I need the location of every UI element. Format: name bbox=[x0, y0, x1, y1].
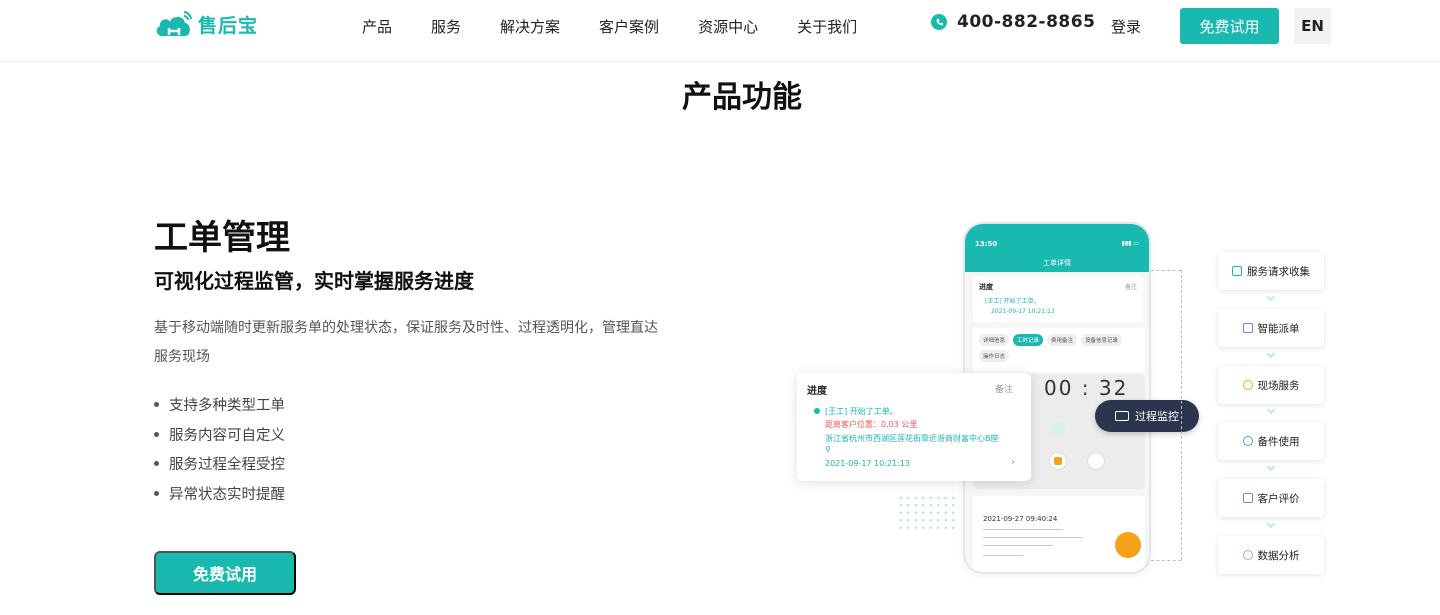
bullet-dot-icon bbox=[154, 431, 159, 437]
section-title: 产品功能 bbox=[682, 80, 802, 115]
arrow-down-icon bbox=[1266, 349, 1276, 359]
log-text-line bbox=[983, 555, 1023, 556]
decorative-dots bbox=[897, 494, 959, 534]
location-pin-icon: ⚲ bbox=[825, 445, 831, 454]
stop-icon bbox=[1049, 452, 1067, 470]
main-nav: 产品 服务 解决方案 客户案例 资源中心 关于我们 bbox=[362, 0, 896, 52]
pie-chart-icon bbox=[1242, 550, 1253, 560]
flow-step-dispatch: 智能派单 bbox=[1218, 309, 1324, 347]
flow-step-review: 客户评价 bbox=[1218, 479, 1324, 517]
feature-subtitle: 可视化过程监管，实时掌握服务进度 bbox=[154, 269, 474, 293]
nav-item-cases[interactable]: 客户案例 bbox=[599, 16, 659, 37]
gear-icon bbox=[1242, 436, 1253, 446]
popup-note: 备注 bbox=[994, 385, 1013, 395]
popup-line-distance: 距离客户位置：0.03 公里 bbox=[825, 420, 918, 429]
list-icon bbox=[1232, 266, 1242, 276]
popup-line-start: [王工] 开始了工单。 bbox=[825, 407, 898, 416]
check-icon bbox=[1051, 422, 1065, 436]
log-text-line bbox=[983, 545, 1053, 546]
top-header: 售后宝 产品 服务 解决方案 客户案例 资源中心 关于我们 400-882-88… bbox=[0, 0, 1440, 62]
flow-connector bbox=[1151, 270, 1181, 271]
heart-icon bbox=[1242, 380, 1253, 390]
phone-tabs: 详细信息 工时记录 费用备注 设备信息记录 操作日志 bbox=[973, 328, 1145, 372]
chevron-right-icon: › bbox=[1011, 457, 1015, 468]
bullet-dot-icon bbox=[154, 461, 159, 467]
popup-time: 2021-09-17 10:21:13 bbox=[825, 459, 910, 468]
flow-step-parts: 备件使用 bbox=[1218, 422, 1324, 460]
logo-text: 售后宝 bbox=[198, 14, 259, 37]
phone-number: 400-882-8865 bbox=[957, 12, 1096, 32]
document-icon bbox=[1242, 323, 1253, 333]
arrow-down-icon bbox=[1266, 462, 1276, 472]
log-text-line bbox=[983, 529, 1063, 530]
phone-icon bbox=[931, 14, 947, 30]
orange-action-icon bbox=[1115, 532, 1141, 558]
nav-item-about[interactable]: 关于我们 bbox=[797, 16, 857, 37]
arrow-down-icon bbox=[1266, 519, 1276, 529]
list-item: 支持多种类型工单 bbox=[154, 390, 285, 420]
location-pin-icon bbox=[1087, 452, 1105, 470]
popup-title: 进度 bbox=[807, 386, 827, 397]
status-dot-icon bbox=[814, 408, 820, 414]
phone-contact[interactable]: 400-882-8865 bbox=[931, 12, 1095, 32]
flow-connector bbox=[1151, 560, 1181, 561]
feature-bullet-list: 支持多种类型工单 服务内容可自定义 服务过程全程受控 异常状态实时提醒 bbox=[154, 390, 285, 508]
phone-header-bar: 13:50 ▮▮▮ ▭ 工单详情 bbox=[965, 224, 1149, 272]
timer-display: 00 : 32 bbox=[1044, 376, 1129, 400]
popup-line-address: 浙江省杭州市西湖区莲花街靠近浙商财富中心B座 bbox=[825, 434, 999, 443]
edit-icon bbox=[1242, 493, 1253, 503]
bullet-dot-icon bbox=[154, 402, 159, 408]
phone-title: 工单详情 bbox=[1043, 259, 1071, 267]
free-trial-button[interactable]: 免费试用 bbox=[154, 551, 296, 595]
arrow-down-icon bbox=[1266, 405, 1276, 415]
process-monitor-pill: 过程监控 bbox=[1095, 400, 1199, 432]
cloud-logo-icon bbox=[154, 8, 194, 40]
phone-progress-card: 进度 备注 [王工] 开始了工单。 2021-09-17 10:21:13 bbox=[973, 276, 1143, 322]
nav-item-resources[interactable]: 资源中心 bbox=[698, 16, 758, 37]
list-item: 异常状态实时提醒 bbox=[154, 479, 285, 509]
free-trial-header-button[interactable]: 免费试用 bbox=[1180, 8, 1279, 44]
monitor-icon bbox=[1115, 411, 1129, 421]
nav-item-solutions[interactable]: 解决方案 bbox=[500, 16, 560, 37]
nav-item-service[interactable]: 服务 bbox=[431, 16, 461, 37]
logo[interactable]: 售后宝 bbox=[154, 8, 258, 40]
arrow-down-icon bbox=[1266, 292, 1276, 302]
language-switch[interactable]: EN bbox=[1294, 8, 1331, 44]
list-item: 服务过程全程受控 bbox=[154, 449, 285, 479]
list-item: 服务内容可自定义 bbox=[154, 420, 285, 450]
progress-popup-card: 进度 备注 [王工] 开始了工单。 距离客户位置：0.03 公里 浙江省杭州市西… bbox=[797, 373, 1031, 481]
flow-step-onsite: 现场服务 bbox=[1218, 366, 1324, 404]
phone-log-date: 2021-09-27 09:40:24 bbox=[983, 515, 1058, 523]
log-text-line bbox=[983, 537, 1083, 538]
phone-time: 13:50 bbox=[975, 240, 998, 248]
flow-step-analytics: 数据分析 bbox=[1218, 536, 1324, 574]
nav-item-product[interactable]: 产品 bbox=[362, 16, 392, 37]
feature-title: 工单管理 bbox=[154, 218, 290, 258]
flow-step-request: 服务请求收集 bbox=[1218, 252, 1324, 290]
bullet-dot-icon bbox=[154, 490, 159, 496]
flow-connector bbox=[1181, 270, 1182, 560]
login-link[interactable]: 登录 bbox=[1111, 16, 1141, 37]
signal-icon: ▮▮▮ ▭ bbox=[1121, 240, 1139, 247]
feature-description: 基于移动端随时更新服务单的处理状态，保证服务及时性、过程透明化，管理直达服务现场 bbox=[154, 320, 658, 365]
